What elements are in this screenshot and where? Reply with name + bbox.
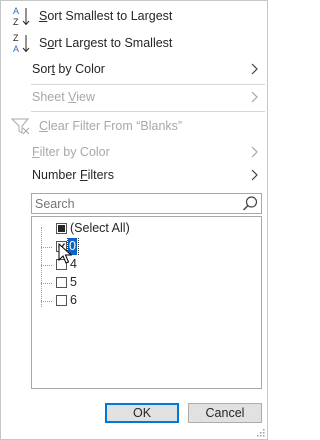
sort-asc-icon-top: A xyxy=(13,6,19,16)
sort-ascending-icon: A Z xyxy=(13,6,30,27)
sort-asc-icon-bottom: Z xyxy=(13,17,19,27)
sort-by-color-label: Sort by Color xyxy=(32,62,105,76)
list-item-select-all[interactable]: (Select All) xyxy=(32,220,232,237)
sort-descending-icon: Z A xyxy=(13,33,30,54)
filter-values-list[interactable]: (Select All) 0 4 5 6 xyxy=(31,216,262,389)
clear-filter-icon xyxy=(10,118,30,135)
sort-ascending-label: Sort Smallest to Largest xyxy=(39,9,173,23)
list-item-label: 5 xyxy=(70,275,77,289)
list-item[interactable]: 6 xyxy=(32,292,232,309)
search-input[interactable] xyxy=(32,194,235,213)
select-all-checkbox[interactable] xyxy=(56,223,67,234)
search-icon[interactable] xyxy=(241,195,259,213)
chevron-right-icon xyxy=(251,91,258,103)
chevron-right-icon xyxy=(251,169,258,181)
mouse-cursor-icon xyxy=(58,243,73,264)
filter-dropdown-menu: A Z Sort Smallest to Largest Z A Sort La… xyxy=(0,0,268,440)
list-item[interactable]: 5 xyxy=(32,274,232,291)
number-filters-label: Number Filters xyxy=(32,168,114,182)
clear-filter-item: Clear Filter From “Blanks” xyxy=(1,113,267,139)
sort-by-color-item[interactable]: Sort by Color xyxy=(1,56,267,82)
ok-button[interactable]: OK xyxy=(105,403,179,423)
value-checkbox[interactable] xyxy=(56,295,67,306)
sort-desc-icon-bottom: A xyxy=(13,44,19,54)
sheet-view-label: Sheet View xyxy=(32,90,96,104)
clear-filter-label: Clear Filter From “Blanks” xyxy=(39,119,183,133)
sort-descending-item[interactable]: Z A Sort Largest to Smallest xyxy=(1,30,267,56)
resize-grip-icon[interactable] xyxy=(255,427,265,437)
value-checkbox[interactable] xyxy=(56,277,67,288)
cancel-button[interactable]: Cancel xyxy=(188,403,262,423)
search-box[interactable] xyxy=(31,193,262,214)
list-item-label: 6 xyxy=(70,293,77,307)
list-item-label: (Select All) xyxy=(70,221,130,235)
sort-ascending-item[interactable]: A Z Sort Smallest to Largest xyxy=(1,3,267,29)
chevron-right-icon xyxy=(251,146,258,158)
sort-descending-label: Sort Largest to Smallest xyxy=(39,36,173,50)
sort-desc-icon-top: Z xyxy=(13,33,19,43)
sheet-view-item: Sheet View xyxy=(1,84,267,110)
number-filters-item[interactable]: Number Filters xyxy=(1,162,267,188)
separator xyxy=(31,111,265,112)
filter-by-color-label: Filter by Color xyxy=(32,145,110,159)
chevron-right-icon xyxy=(251,63,258,75)
